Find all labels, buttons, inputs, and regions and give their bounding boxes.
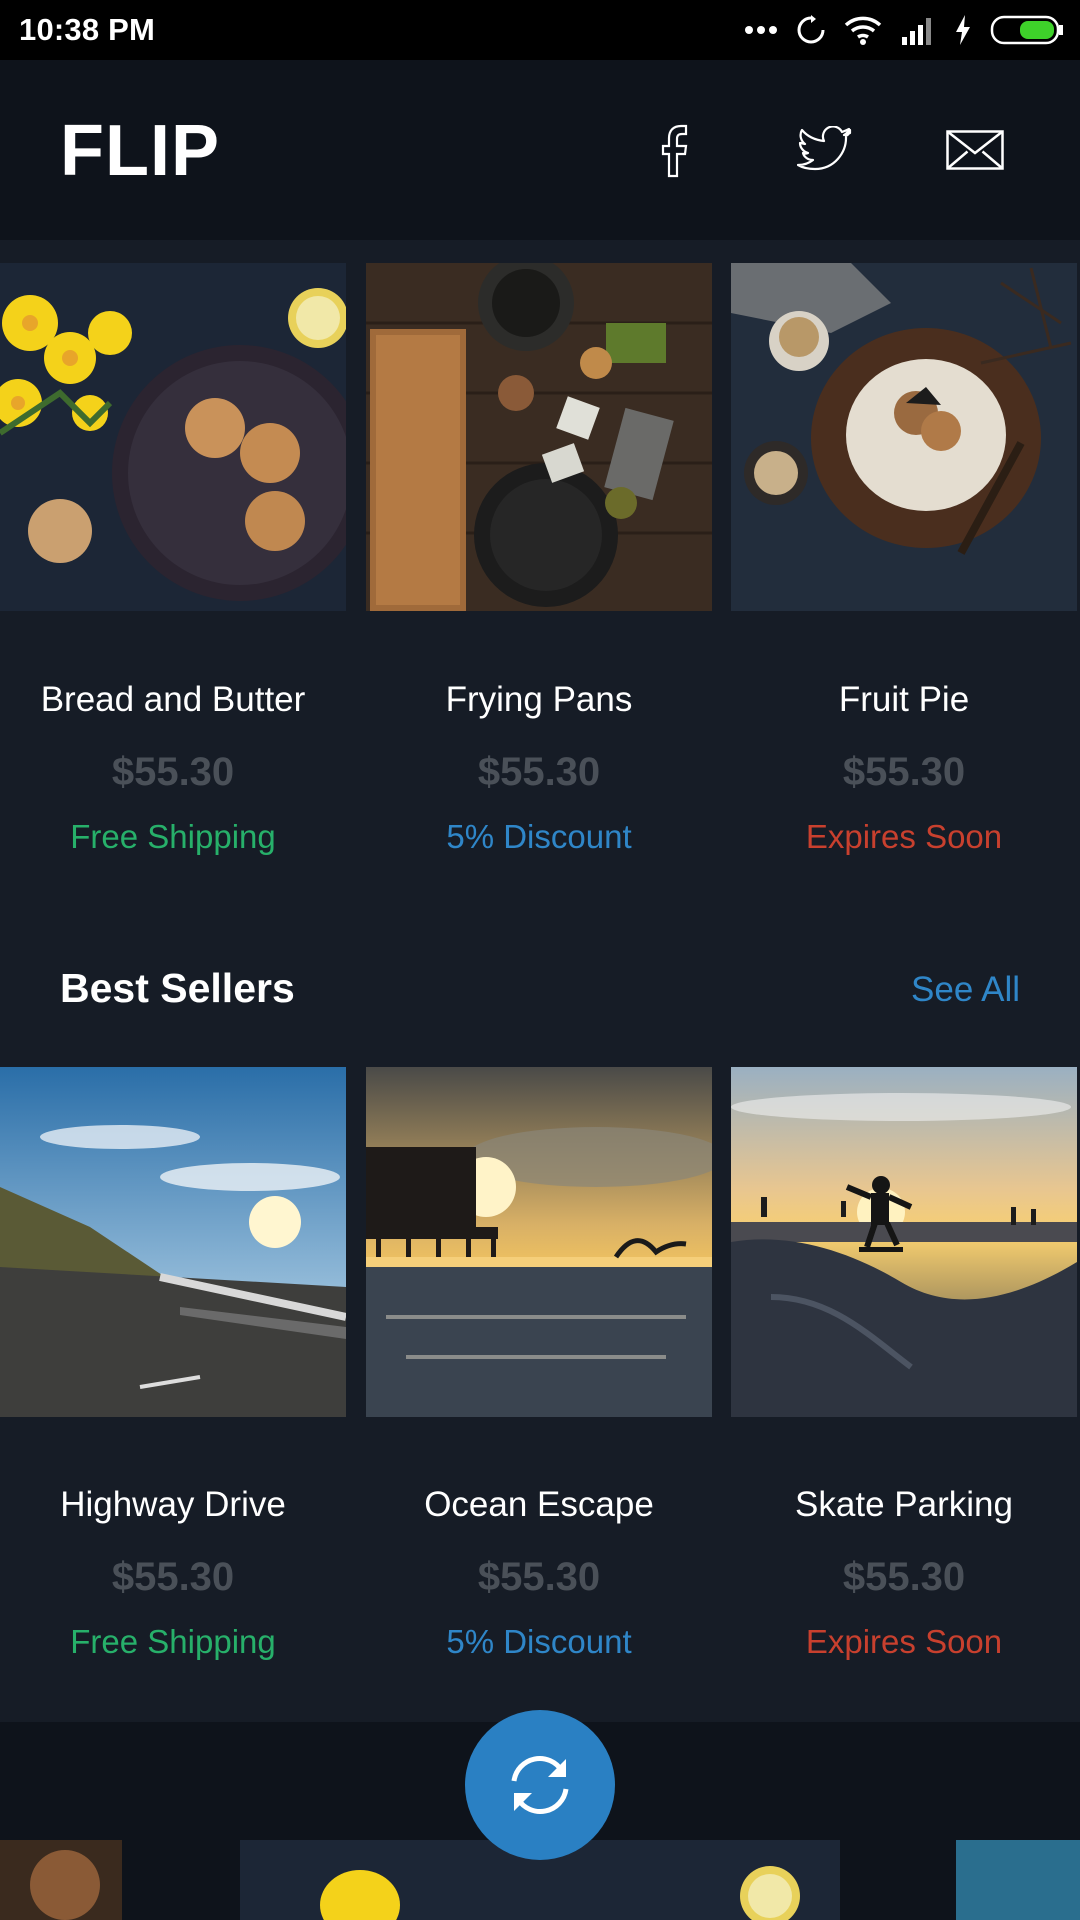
more-dots-icon (745, 26, 777, 34)
status-time: 10:38 PM (19, 12, 155, 47)
product-price: $55.30 (477, 1555, 601, 1599)
wifi-icon (844, 16, 882, 45)
product-tag: Free Shipping (70, 818, 276, 855)
battery-icon (990, 15, 1063, 45)
product-image-bread[interactable] (0, 263, 346, 611)
product-price: $55.30 (842, 750, 966, 794)
product-name: Highway Drive (60, 1485, 286, 1524)
product-name: Ocean Escape (424, 1485, 654, 1524)
product-name: Frying Pans (445, 680, 633, 719)
app-header: FLIP (0, 60, 1080, 240)
sync-status-icon (797, 15, 825, 44)
product-card[interactable]: Skate Parking $55.30 Expires Soon (731, 1067, 1077, 1667)
product-card[interactable]: Highway Drive $55.30 Free Shipping (0, 1067, 346, 1667)
product-image-highway[interactable] (0, 1067, 346, 1417)
product-tag: Expires Soon (805, 818, 1003, 855)
product-image-pie[interactable] (731, 263, 1077, 611)
product-tag: 5% Discount (446, 1623, 632, 1660)
product-price: $55.30 (477, 750, 601, 794)
refresh-icon (511, 1756, 569, 1814)
app-logo: FLIP (60, 111, 220, 191)
status-icons (744, 10, 1064, 50)
section-title: Best Sellers (60, 965, 295, 1011)
product-price: $55.30 (111, 1555, 235, 1599)
product-card[interactable]: Bread and Butter $55.30 Free Shipping (0, 263, 346, 863)
product-tag: Free Shipping (70, 1623, 276, 1660)
product-card[interactable]: Fruit Pie $55.30 Expires Soon (731, 263, 1077, 863)
product-image-skate[interactable] (731, 1067, 1077, 1417)
charging-icon (956, 15, 970, 45)
status-bar: 10:38 PM (0, 0, 1080, 60)
mail-icon[interactable] (943, 118, 1007, 182)
product-image-ocean[interactable] (366, 1067, 712, 1417)
carousel-image-prev[interactable] (0, 1840, 122, 1920)
product-name: Fruit Pie (838, 680, 970, 719)
signal-icon (902, 18, 931, 45)
product-price: $55.30 (111, 750, 235, 794)
product-name: Bread and Butter (40, 680, 306, 719)
product-name: Skate Parking (795, 1485, 1013, 1524)
twitter-icon[interactable] (793, 118, 857, 182)
product-card[interactable]: Frying Pans $55.30 5% Discount (366, 263, 712, 863)
see-all-link[interactable]: See All (911, 970, 1020, 1010)
product-card[interactable]: Ocean Escape $55.30 5% Discount (366, 1067, 712, 1667)
product-tag: 5% Discount (446, 818, 632, 855)
carousel-image-next[interactable] (956, 1840, 1080, 1920)
product-tag: Expires Soon (805, 1623, 1003, 1660)
product-price: $55.30 (842, 1555, 966, 1599)
facebook-icon[interactable] (643, 118, 707, 182)
refresh-button[interactable] (465, 1710, 615, 1860)
product-image-pans[interactable] (366, 263, 712, 611)
